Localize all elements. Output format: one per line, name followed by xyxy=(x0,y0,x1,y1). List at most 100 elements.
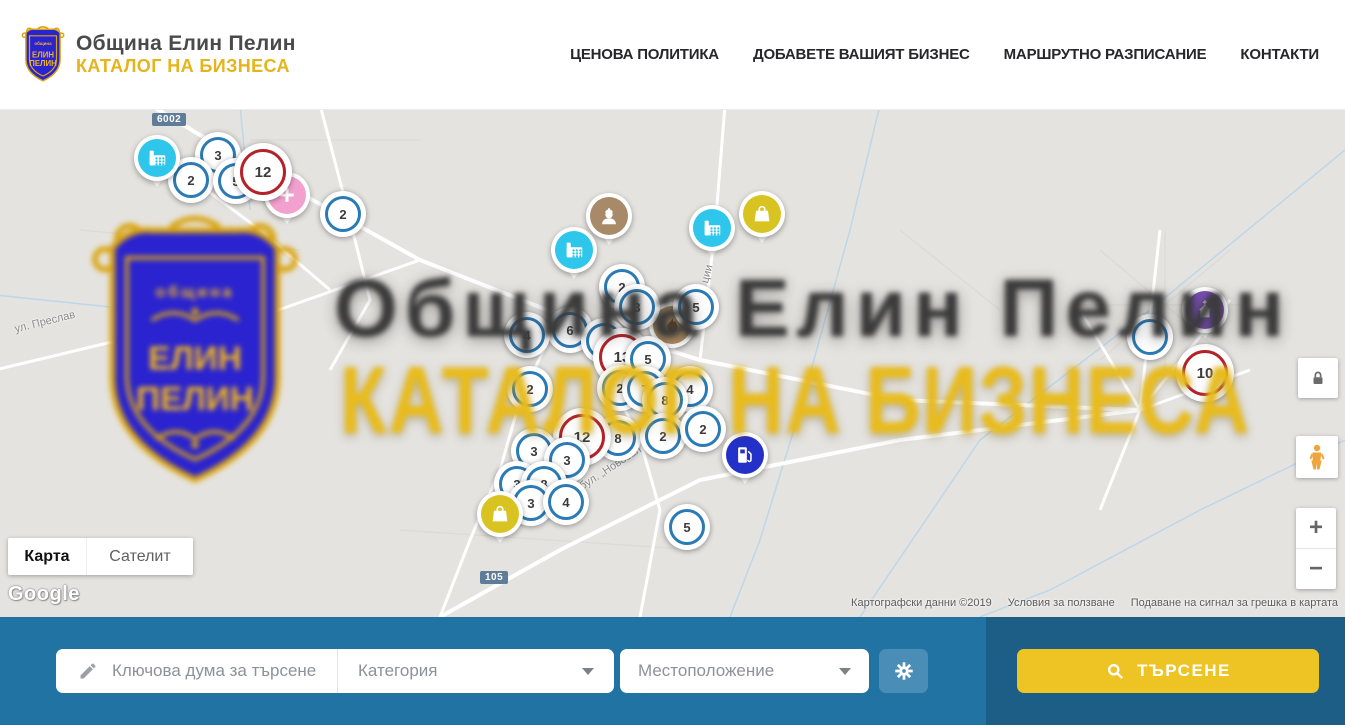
google-logo[interactable]: Google xyxy=(8,583,80,606)
site-subtitle: КАТАЛОГ НА БИЗНЕСА xyxy=(76,56,296,77)
site-title: Община Елин Пелин xyxy=(76,32,296,56)
cluster-marker[interactable]: 2 xyxy=(507,366,553,412)
zoom-control: + − xyxy=(1296,508,1336,589)
category-select[interactable]: Категория xyxy=(338,661,614,681)
location-select[interactable]: Местоположение xyxy=(620,661,869,681)
pegman-icon xyxy=(1305,443,1329,471)
cluster-marker[interactable] xyxy=(1127,314,1173,360)
cluster-count: 10 xyxy=(1197,365,1214,382)
map-type-map-button[interactable]: Карта xyxy=(8,538,86,575)
cluster-marker[interactable]: 12 xyxy=(234,143,292,201)
keyword-input[interactable] xyxy=(110,660,337,682)
cluster-count: 2 xyxy=(187,173,194,188)
cluster-count: 5 xyxy=(644,352,651,367)
nav-contacts[interactable]: КОНТАКТИ xyxy=(1240,46,1319,63)
cluster-ring xyxy=(1132,319,1168,355)
shopping-bag-pin[interactable] xyxy=(739,191,785,237)
cluster-count: 3 xyxy=(527,496,534,511)
fullscreen-lock-button[interactable] xyxy=(1298,358,1338,398)
map-type-satellite-button[interactable]: Сателит xyxy=(86,538,193,575)
cluster-count: 2 xyxy=(699,422,706,437)
keyword-category-fieldgroup: Категория xyxy=(56,649,614,693)
cluster-count: 3 xyxy=(633,300,640,315)
cluster-marker[interactable]: 5 xyxy=(673,284,719,330)
map-type-switcher: Карта Сателит xyxy=(8,538,193,575)
cluster-marker[interactable]: 2 xyxy=(640,413,686,459)
cluster-count: 3 xyxy=(563,453,570,468)
cluster-count: 4 xyxy=(562,495,569,510)
road-shield: 105 xyxy=(480,571,508,584)
zoom-out-button[interactable]: − xyxy=(1296,549,1336,589)
nav-pricing-policy[interactable]: ЦЕНОВА ПОЛИТИКА xyxy=(570,46,719,63)
attribution-terms-link[interactable]: Условия за ползване xyxy=(1008,597,1115,609)
factory-pin[interactable] xyxy=(134,135,180,181)
svg-text:община: община xyxy=(34,39,52,45)
pin-circle xyxy=(477,491,523,537)
factory-pin[interactable] xyxy=(689,205,735,251)
category-select-label: Категория xyxy=(358,661,437,681)
search-bar: Категория Местоположение ТЪРСЕНЕ xyxy=(0,617,1345,725)
map-attribution: Картографски данни ©2019 Условия за полз… xyxy=(851,597,1338,609)
main-nav: ЦЕНОВА ПОЛИТИКА ДОБАВЕТЕ ВАШИЯТ БИЗНЕС М… xyxy=(570,46,1319,63)
fuel-pin[interactable] xyxy=(722,432,768,478)
church-pin[interactable] xyxy=(1182,287,1228,333)
cluster-count: 8 xyxy=(661,393,668,408)
pegman-control[interactable] xyxy=(1296,436,1338,478)
fuel-icon xyxy=(726,436,764,474)
pencil-icon xyxy=(78,661,98,681)
worker-pin[interactable] xyxy=(586,193,632,239)
cluster-marker[interactable]: 2 xyxy=(680,406,726,452)
cluster-count: 5 xyxy=(692,300,699,315)
site-logo[interactable]: община ЕЛИН ПЕЛИН Община Елин Пелин КАТА… xyxy=(20,25,296,85)
pin-circle xyxy=(689,205,735,251)
search-submit-button[interactable]: ТЪРСЕНЕ xyxy=(1017,649,1319,693)
road-shield: 6002 xyxy=(152,113,186,126)
attribution-copyright: Картографски данни ©2019 xyxy=(851,597,992,609)
attribution-report-link[interactable]: Подаване на сигнал за грешка в картата xyxy=(1131,597,1338,609)
cluster-count: 2 xyxy=(526,382,533,397)
cluster-count: 12 xyxy=(255,164,272,181)
svg-text:ЕЛИН: ЕЛИН xyxy=(32,50,54,59)
zoom-in-button[interactable]: + xyxy=(1296,508,1336,549)
shopping-bag-icon xyxy=(743,195,781,233)
cluster-marker[interactable]: 4 xyxy=(543,479,589,525)
cluster-count: 6 xyxy=(566,323,573,338)
svg-text:ПЕЛИН: ПЕЛИН xyxy=(29,58,57,67)
municipal-crest-icon: община ЕЛИН ПЕЛИН xyxy=(20,25,66,85)
pin-circle xyxy=(586,193,632,239)
lock-icon xyxy=(1309,369,1327,387)
worker-icon xyxy=(590,197,628,235)
factory-icon xyxy=(138,139,176,177)
map-canvas[interactable]: ул. Преславбул. „Новоселции6002105325122… xyxy=(0,110,1345,617)
factory-icon xyxy=(693,209,731,247)
cluster-marker[interactable]: 2 xyxy=(320,191,366,237)
cluster-marker[interactable]: 5 xyxy=(664,504,710,550)
cluster-count: 3 xyxy=(214,148,221,163)
keyword-field xyxy=(56,660,337,682)
advanced-search-button[interactable] xyxy=(879,649,928,693)
header: община ЕЛИН ПЕЛИН Община Елин Пелин КАТА… xyxy=(0,0,1345,110)
cluster-count: 4 xyxy=(523,328,530,343)
cluster-marker[interactable]: 10 xyxy=(1176,344,1234,402)
nav-route-schedule[interactable]: МАРШРУТНО РАЗПИСАНИЕ xyxy=(1004,46,1207,63)
cluster-count: 2 xyxy=(339,207,346,222)
pin-circle xyxy=(739,191,785,237)
location-fieldgroup: Местоположение xyxy=(620,649,869,693)
search-icon xyxy=(1105,661,1125,681)
chevron-down-icon xyxy=(582,668,594,675)
pin-circle xyxy=(722,432,768,478)
cluster-count: 5 xyxy=(683,520,690,535)
shopping-bag-pin[interactable] xyxy=(477,491,523,537)
pin-circle xyxy=(134,135,180,181)
church-icon xyxy=(1186,291,1224,329)
cluster-marker[interactable]: 3 xyxy=(614,284,660,330)
cluster-count: 2 xyxy=(659,429,666,444)
location-select-label: Местоположение xyxy=(638,661,774,681)
search-button-label: ТЪРСЕНЕ xyxy=(1137,661,1231,681)
gear-icon xyxy=(893,660,915,682)
cluster-count: 3 xyxy=(530,444,537,459)
nav-add-business[interactable]: ДОБАВЕТЕ ВАШИЯТ БИЗНЕС xyxy=(753,46,970,63)
cluster-marker[interactable]: 4 xyxy=(504,312,550,358)
chevron-down-icon xyxy=(839,668,851,675)
pin-circle xyxy=(1182,287,1228,333)
